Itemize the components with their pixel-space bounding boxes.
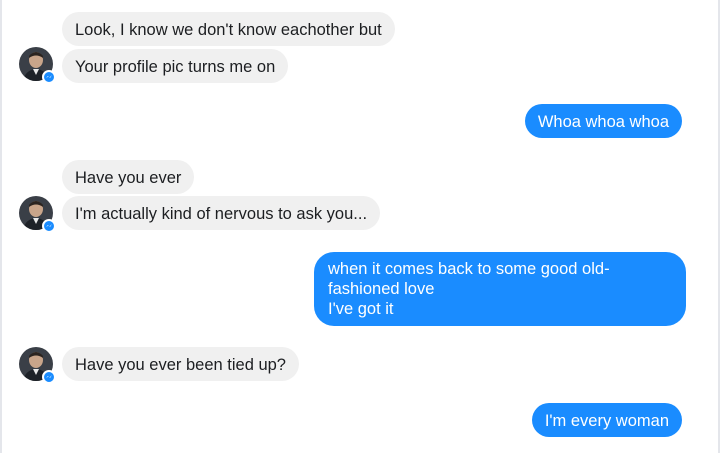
message-line: when it comes back to some good old- (328, 260, 610, 278)
incoming-message[interactable]: Have you ever been tied up? (62, 347, 299, 381)
outgoing-message[interactable]: when it comes back to some good old- fas… (314, 252, 686, 326)
avatar[interactable] (19, 47, 56, 84)
messenger-badge-icon (42, 70, 56, 84)
avatar[interactable] (19, 196, 56, 233)
message-line: fashioned love (328, 280, 435, 298)
chat-window: Look, I know we don't know eachother but… (0, 0, 720, 453)
outgoing-message[interactable]: Whoa whoa whoa (524, 104, 682, 138)
messenger-badge-icon (42, 370, 56, 384)
incoming-message[interactable]: Look, I know we don't know eachother but (62, 12, 395, 46)
incoming-message[interactable]: Have you ever (62, 160, 195, 194)
avatar[interactable] (19, 347, 56, 384)
incoming-message[interactable]: I'm actually kind of nervous to ask you.… (62, 196, 381, 230)
messenger-badge-icon (42, 219, 56, 233)
incoming-message[interactable]: Your profile pic turns me on (62, 49, 289, 83)
message-line: I've got it (328, 300, 394, 318)
outgoing-message[interactable]: I'm every woman (531, 403, 682, 437)
